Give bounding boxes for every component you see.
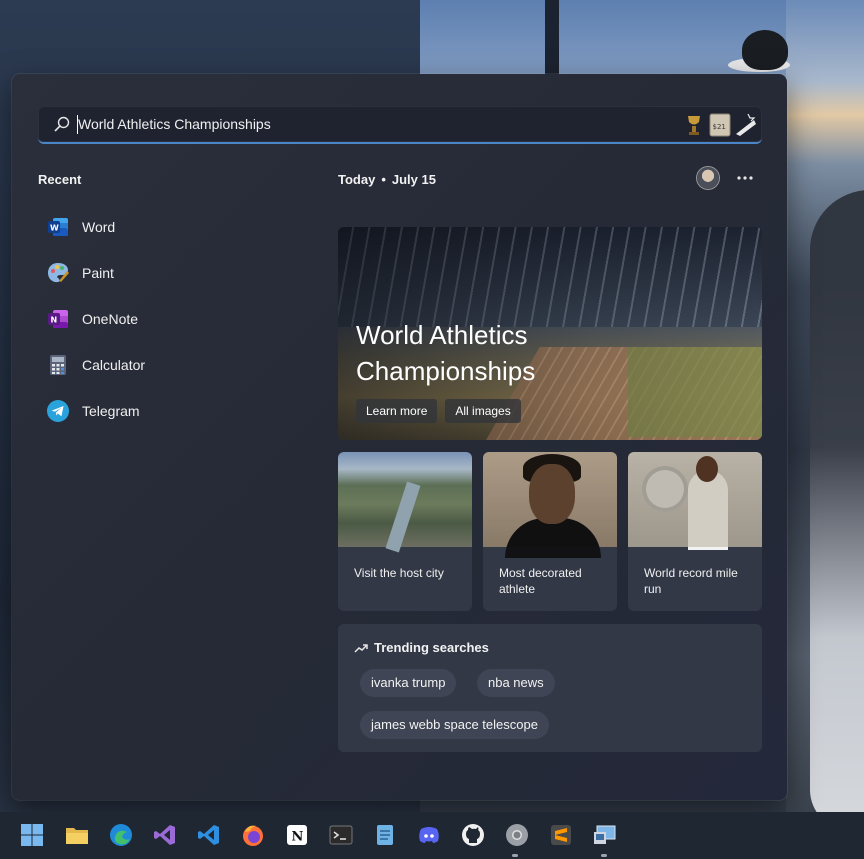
image-tint <box>483 452 617 547</box>
remote-desktop-icon[interactable] <box>592 822 618 848</box>
topic-cards: Visit the host city Most decorated athle… <box>338 452 762 611</box>
trending-pill[interactable]: nba news <box>477 669 555 697</box>
running-indicator <box>601 854 607 857</box>
vscode-icon[interactable] <box>196 822 222 848</box>
today-separator: • <box>381 172 386 187</box>
svg-text:W: W <box>50 224 59 233</box>
runner-image <box>628 452 762 550</box>
running-indicator <box>512 854 518 857</box>
trending-title: Trending searches <box>374 640 489 655</box>
card-mile-run[interactable]: World record mile run <box>628 452 762 611</box>
card-label: Most decorated athlete <box>499 566 582 596</box>
github-icon[interactable] <box>460 822 486 848</box>
wallpaper-hat <box>742 30 788 70</box>
notion-icon[interactable]: N <box>284 822 310 848</box>
word-icon: W <box>48 218 68 236</box>
file-explorer-icon[interactable] <box>64 822 90 848</box>
trending-up-icon <box>354 643 368 653</box>
recent-item-label: Word <box>82 219 116 235</box>
discord-icon[interactable] <box>416 822 442 848</box>
card-label: World record mile run <box>644 566 738 596</box>
recent-list: W Word Paint N OneNote Calculator Telegr… <box>46 204 286 434</box>
avatar[interactable] <box>697 167 719 189</box>
search-box[interactable]: $21 <box>38 106 762 144</box>
telegram-icon <box>47 400 69 422</box>
recent-item-onenote[interactable]: N OneNote <box>46 296 286 342</box>
learn-more-button[interactable]: Learn more <box>356 399 438 423</box>
card-host-city[interactable]: Visit the host city <box>338 452 472 611</box>
wallpaper-figure <box>810 190 864 830</box>
recent-item-word[interactable]: W Word <box>46 204 286 250</box>
search-input[interactable] <box>78 106 678 142</box>
search-panel: $21 Recent W Word Paint <box>12 74 787 800</box>
image-tint <box>628 452 762 547</box>
svg-text:$21: $21 <box>713 123 726 131</box>
all-images-button[interactable]: All images <box>445 399 521 423</box>
today-label: Today <box>338 172 376 187</box>
recent-item-label: Calculator <box>82 357 146 373</box>
svg-text:N: N <box>51 316 58 325</box>
recent-item-label: Telegram <box>82 403 140 419</box>
trending-heading: Trending searches <box>354 640 489 655</box>
hero-card[interactable]: World Athletics Championships Learn more… <box>338 227 762 440</box>
hero-actions: Learn more All images <box>356 399 521 423</box>
river-image <box>385 481 421 553</box>
trending-pill[interactable]: james webb space telescope <box>360 711 549 739</box>
visual-studio-icon[interactable] <box>152 822 178 848</box>
recent-item-label: OneNote <box>82 311 139 327</box>
windows-start-icon[interactable] <box>19 822 45 848</box>
more-options-icon[interactable] <box>734 170 756 186</box>
chrome-icon[interactable] <box>504 822 530 848</box>
calculator-icon <box>50 355 66 375</box>
edge-icon[interactable] <box>108 822 134 848</box>
host-city-image <box>338 452 472 553</box>
athlete-image <box>483 452 617 558</box>
hero-title: World Athletics Championships <box>356 320 536 386</box>
notepad-icon[interactable] <box>372 822 398 848</box>
recent-heading: Recent <box>38 172 82 187</box>
wallpaper-window-frame <box>545 0 559 75</box>
search-doodle-icon[interactable]: $21 <box>684 110 758 140</box>
onenote-icon: N <box>48 310 68 328</box>
svg-text:N: N <box>292 830 304 845</box>
today-date: July 15 <box>391 172 436 187</box>
terminal-icon[interactable] <box>328 822 354 848</box>
trending-pill[interactable]: ivanka trump <box>360 669 457 697</box>
recent-item-telegram[interactable]: Telegram <box>46 388 286 434</box>
sublime-text-icon[interactable] <box>548 822 574 848</box>
paint-icon <box>48 263 69 283</box>
search-icon <box>54 116 70 132</box>
recent-item-label: Paint <box>82 265 114 281</box>
trending-searches: Trending searches ivanka trump nba news … <box>338 624 762 752</box>
firefox-icon[interactable] <box>240 822 266 848</box>
recent-item-paint[interactable]: Paint <box>46 250 286 296</box>
card-label: Visit the host city <box>354 566 444 580</box>
card-decorated-athlete[interactable]: Most decorated athlete <box>483 452 617 611</box>
today-header: Today • July 15 <box>338 172 436 187</box>
taskbar: N <box>0 812 864 859</box>
recent-item-calculator[interactable]: Calculator <box>46 342 286 388</box>
